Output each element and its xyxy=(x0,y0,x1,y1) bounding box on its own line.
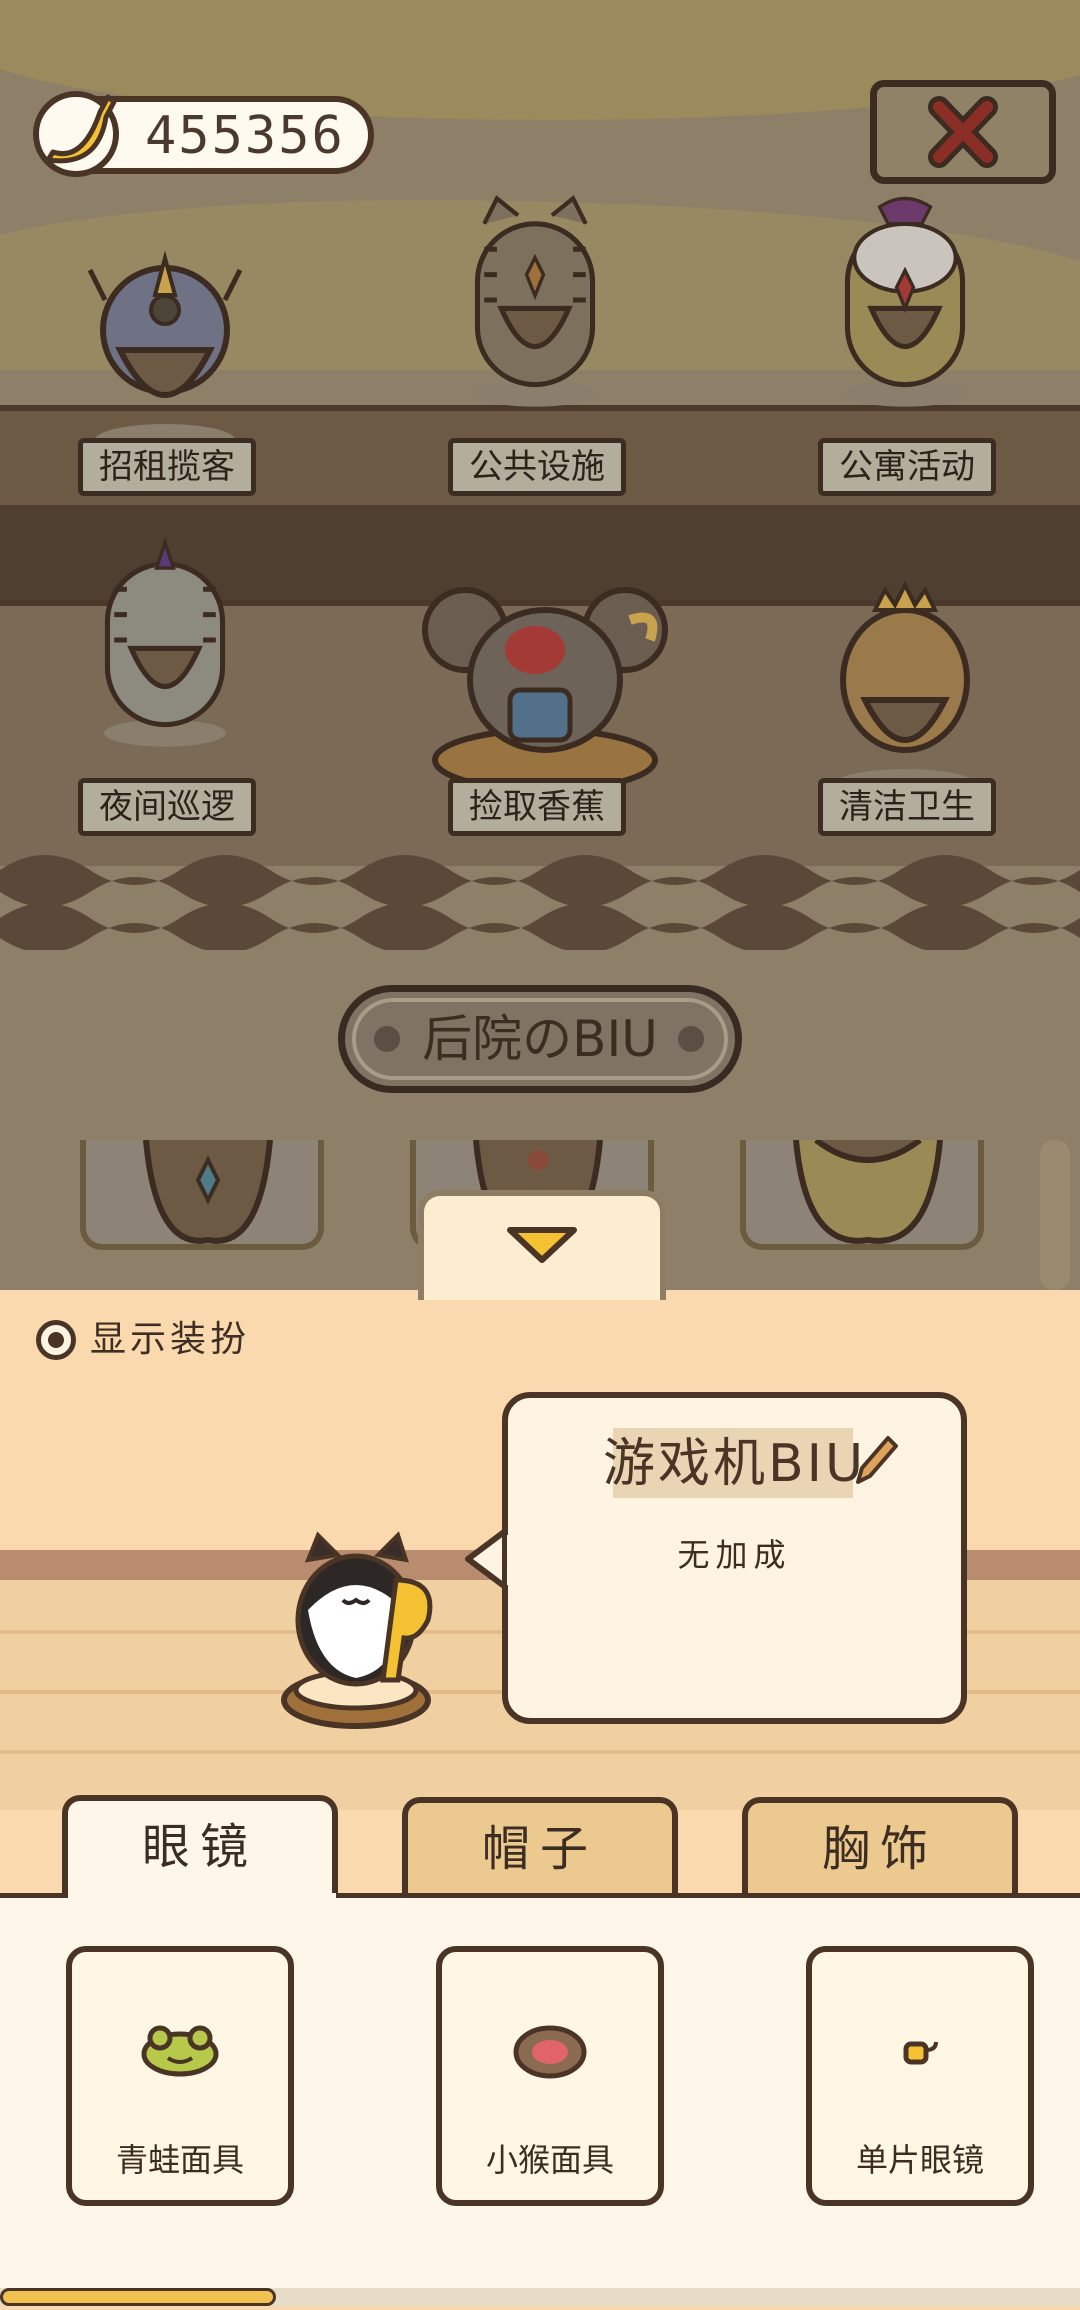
frog-mask-icon xyxy=(141,2025,219,2077)
floor-line xyxy=(0,1750,1080,1754)
curtain-wave-border xyxy=(0,855,1080,950)
tab-brooches[interactable]: 胸饰 xyxy=(742,1797,1018,1897)
items-scrollbar-thumb[interactable] xyxy=(0,2288,276,2306)
tab-glasses[interactable]: 眼镜 xyxy=(62,1795,338,1897)
statue-gallery-scene: 招租揽客 公共设施 公寓活动 夜间巡逻 捡取香蕉 清洁卫生 后院のBIU xyxy=(0,0,1080,1290)
cat-outfit-preview-icon xyxy=(143,1140,273,1244)
tab-hats[interactable]: 帽子 xyxy=(402,1797,678,1897)
pencil-icon[interactable] xyxy=(852,1432,900,1488)
collapse-panel-tab[interactable] xyxy=(418,1190,666,1300)
banana-icon xyxy=(33,91,119,177)
cat-outfit-preview-icon xyxy=(793,1140,943,1244)
statue-cat-tabby-icon[interactable] xyxy=(445,190,625,410)
statue-plaque[interactable]: 夜间巡逻 xyxy=(78,778,256,836)
banana-amount: 455356 xyxy=(145,106,345,166)
triangle-down-icon xyxy=(507,1227,577,1263)
statue-plaque[interactable]: 清洁卫生 xyxy=(818,778,996,836)
close-x-icon xyxy=(928,96,998,168)
item-label: 青蛙面具 xyxy=(115,2141,244,2179)
item-label: 单片眼镜 xyxy=(855,2141,984,2179)
monocle-icon xyxy=(903,2041,938,2065)
outfit-card-partial[interactable] xyxy=(80,1140,324,1250)
radio-selected-dot xyxy=(48,1332,64,1348)
statue-monkey-banana-icon[interactable] xyxy=(415,580,675,790)
statue-plaque[interactable]: 招租揽客 xyxy=(78,438,256,496)
close-button[interactable] xyxy=(870,80,1056,184)
statue-cat-royal-icon[interactable] xyxy=(815,190,995,410)
active-tab-join xyxy=(68,1893,336,1899)
show-outfit-label[interactable]: 显示装扮 xyxy=(90,1316,250,1364)
cat-character-avatar xyxy=(281,1531,433,1729)
backyard-title: 后院のBIU xyxy=(422,1010,658,1068)
outfit-card-partial[interactable] xyxy=(740,1140,984,1250)
monkey-mask-icon xyxy=(513,2025,587,2079)
statue-plaque[interactable]: 公寓活动 xyxy=(818,438,996,496)
character-bonus: 无加成 xyxy=(677,1536,792,1574)
card-scroll-stub xyxy=(1040,1140,1070,1290)
statue-plaque[interactable]: 捡取香蕉 xyxy=(448,778,626,836)
statue-cat-crown-icon[interactable] xyxy=(815,580,995,800)
statue-cat-unicorn-icon[interactable] xyxy=(75,240,255,460)
statue-cat-gray-icon[interactable] xyxy=(75,530,255,750)
item-label: 小猴面具 xyxy=(485,2141,614,2179)
statue-plaque[interactable]: 公共设施 xyxy=(448,438,626,496)
